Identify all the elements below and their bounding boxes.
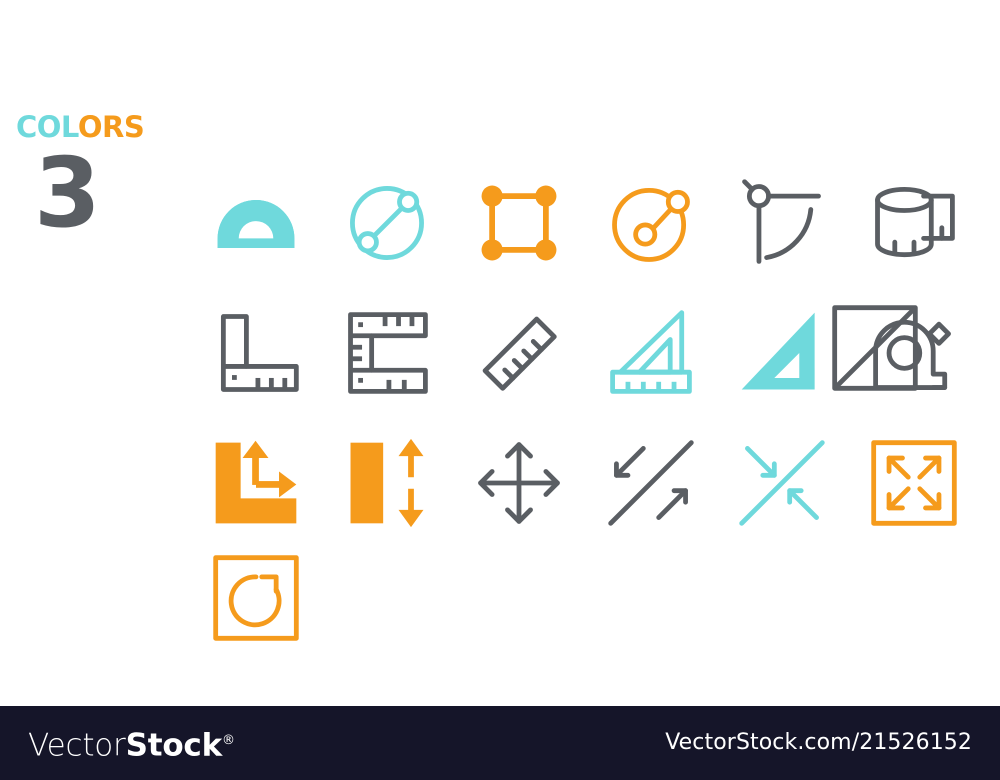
icon-cell-circle-diameter[interactable]: [322, 160, 454, 285]
circle-radius-icon: [611, 187, 690, 262]
c-bracket-ruler-icon: [348, 311, 429, 394]
icon-cell-c-bracket-ruler[interactable]: [322, 290, 454, 415]
icon-cell-expand-diagonal[interactable]: [585, 420, 717, 545]
icon-cell-diagonal-ruler[interactable]: [453, 290, 585, 415]
icon-cell-height-dimension[interactable]: [322, 420, 454, 545]
icon-cell-fullscreen-expand[interactable]: [848, 420, 980, 545]
icon-cell-circle-radius[interactable]: [585, 160, 717, 285]
vectorstock-logo: VectorStock®: [28, 724, 235, 762]
icon-cell-collapse-diagonal[interactable]: [717, 420, 849, 545]
logo-text-light: Vector: [28, 727, 126, 764]
logo-text-bold: Stock: [125, 727, 223, 764]
corner-dimensions-icon: [215, 440, 297, 523]
icon-cell-move-four-arrows[interactable]: [453, 420, 585, 545]
circle-diameter-icon: [350, 185, 425, 260]
registered-trademark-icon: ®: [222, 732, 235, 748]
fullscreen-expand-icon: [871, 439, 957, 526]
icon-cell-corner-dimensions[interactable]: [190, 420, 322, 545]
artboard: COLORS 3 VectorStock® VectorStock.com/21…: [0, 0, 1000, 780]
icon-cell-angle-compass[interactable]: [717, 160, 849, 285]
move-four-arrows-icon: [478, 441, 560, 524]
rotate-square-icon: [213, 555, 299, 641]
icon-cell-triangle-ruler-set[interactable]: [585, 290, 717, 415]
collapse-diagonal-icon: [739, 439, 826, 526]
expand-diagonal-icon: [608, 439, 694, 526]
height-dimension-icon: [351, 438, 424, 527]
icon-cell-rotate-square[interactable]: [190, 550, 322, 646]
colors-count: 3: [34, 137, 101, 249]
tape-roll-icon: [875, 186, 955, 257]
icon-cell-l-square-ruler[interactable]: [190, 290, 322, 415]
set-square-icon: [742, 312, 816, 389]
angle-compass-icon: [742, 178, 822, 264]
triangle-ruler-set-icon: [610, 309, 692, 394]
icon-cell-protractor[interactable]: [190, 160, 322, 285]
colors-badge: COLORS 3: [16, 112, 176, 262]
icon-cell-square-diagonal[interactable]: [827, 300, 923, 396]
square-diagonal-icon: [832, 305, 918, 391]
square-nodes-icon: [481, 185, 557, 260]
footer-url: VectorStock.com/21526152: [665, 730, 972, 755]
footer-bar: VectorStock® VectorStock.com/21526152: [0, 706, 1000, 780]
protractor-icon: [217, 199, 295, 248]
diagonal-ruler-icon: [482, 316, 557, 391]
icon-cell-square-nodes[interactable]: [453, 160, 585, 285]
icon-cell-tape-roll[interactable]: [848, 160, 980, 285]
l-square-ruler-icon: [220, 313, 299, 392]
